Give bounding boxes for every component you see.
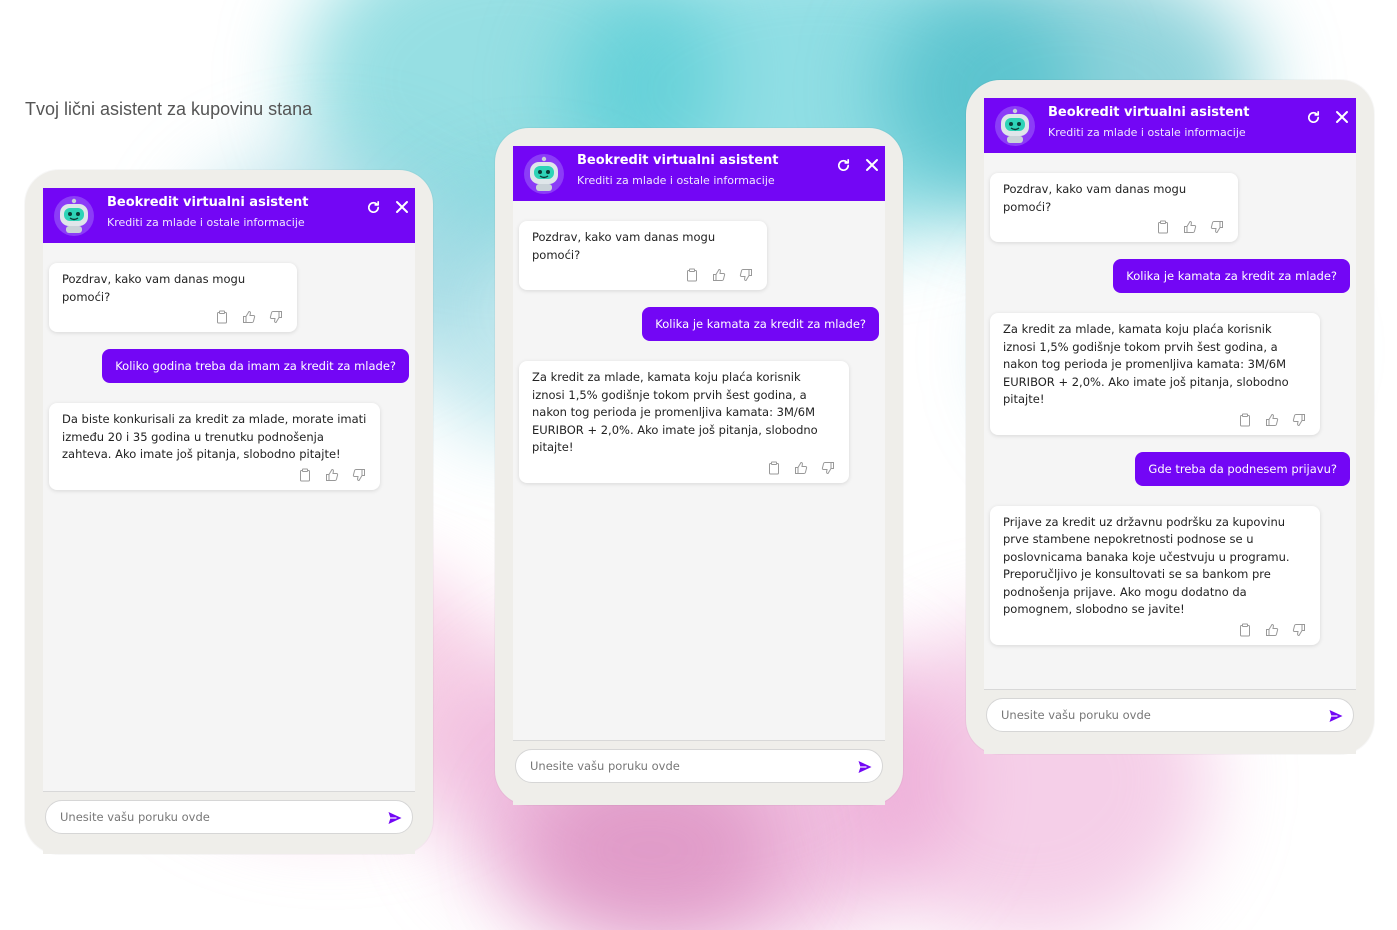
message-input[interactable] xyxy=(999,707,1296,723)
bot-message: Da biste konkurisali za kredit za mlade,… xyxy=(49,403,380,490)
user-message-row: Kolika je kamata za kredit za mlade? xyxy=(519,307,879,341)
thumbs-down-icon[interactable] xyxy=(1292,623,1307,638)
bot-message: Pozdrav, kako vam danas mogu pomoći? xyxy=(49,263,297,332)
close-button[interactable] xyxy=(393,198,411,216)
thumbs-up-icon[interactable] xyxy=(325,468,340,483)
close-icon xyxy=(866,159,878,171)
send-icon[interactable] xyxy=(857,759,873,775)
message-text: Pozdrav, kako vam danas mogu pomoći? xyxy=(532,230,716,262)
user-message-row: Koliko godina treba da imam za kredit za… xyxy=(49,349,409,383)
clipboard-icon[interactable] xyxy=(685,268,700,283)
close-button[interactable] xyxy=(1333,108,1351,126)
chat-header: Beokredit virtualni asistent Krediti za … xyxy=(513,146,885,201)
user-message: Kolika je kamata za kredit za mlade? xyxy=(1113,259,1350,293)
clipboard-icon[interactable] xyxy=(1238,623,1253,638)
user-message-row: Kolika je kamata za kredit za mlade? xyxy=(990,259,1350,293)
message-input-box[interactable] xyxy=(986,698,1354,732)
thumbs-down-icon[interactable] xyxy=(1210,220,1225,235)
message-input-box[interactable] xyxy=(45,800,413,834)
user-message: Koliko godina treba da imam za kredit za… xyxy=(102,349,409,383)
refresh-button[interactable] xyxy=(1304,108,1322,126)
message-text: Za kredit za mlade, kamata koju plaća ko… xyxy=(532,370,818,454)
bot-message: Pozdrav, kako vam danas mogu pomoći? xyxy=(990,173,1238,242)
message-text: Pozdrav, kako vam danas mogu pomoći? xyxy=(62,272,246,304)
message-actions xyxy=(532,268,754,284)
close-icon xyxy=(396,201,408,213)
message-input[interactable] xyxy=(528,758,825,774)
user-message-row: Gde treba da podnesem prijavu? xyxy=(990,451,1350,486)
thumbs-up-icon[interactable] xyxy=(1183,220,1198,235)
message-actions xyxy=(1003,623,1307,639)
close-button[interactable] xyxy=(863,156,881,174)
refresh-icon xyxy=(367,200,379,213)
thumbs-down-icon[interactable] xyxy=(352,468,367,483)
thumbs-up-icon[interactable] xyxy=(1265,413,1280,428)
refresh-button[interactable] xyxy=(364,198,382,216)
thumbs-down-icon[interactable] xyxy=(269,310,284,325)
user-message: Gde treba da podnesem prijavu? xyxy=(1135,451,1350,486)
message-actions xyxy=(1003,220,1225,236)
clipboard-icon[interactable] xyxy=(215,310,230,325)
message-actions xyxy=(1003,413,1307,429)
thumbs-up-icon[interactable] xyxy=(712,268,727,283)
chat-title: Beokredit virtualni asistent xyxy=(577,153,779,168)
message-list: Pozdrav, kako vam danas mogu pomoći? Kol… xyxy=(513,201,885,740)
chat-header: Beokredit virtualni asistent Krediti za … xyxy=(43,188,415,243)
bot-message: Prijave za kredit uz državnu podršku za … xyxy=(990,505,1320,645)
message-list: Pozdrav, kako vam danas mogu pomoći? Kol… xyxy=(43,243,415,791)
input-area xyxy=(513,740,885,805)
message-text: Prijave za kredit uz državnu podršku za … xyxy=(1003,514,1290,617)
chat-header: Beokredit virtualni asistent Krediti za … xyxy=(984,98,1356,153)
message-text: Za kredit za mlade, kamata koju plaća ko… xyxy=(1003,322,1289,406)
chat-widget-1: Beokredit virtualni asistent Krediti za … xyxy=(25,170,433,854)
robot-avatar-icon xyxy=(54,196,94,236)
thumbs-down-icon[interactable] xyxy=(821,461,836,476)
clipboard-icon[interactable] xyxy=(298,468,313,483)
message-actions xyxy=(62,468,367,484)
input-area xyxy=(43,791,415,854)
robot-avatar-icon xyxy=(524,154,564,194)
refresh-button[interactable] xyxy=(834,156,852,174)
thumbs-down-icon[interactable] xyxy=(1292,413,1307,428)
send-icon[interactable] xyxy=(387,810,403,826)
chat-widget-2: Beokredit virtualni asistent Krediti za … xyxy=(495,128,903,805)
user-message: Kolika je kamata za kredit za mlade? xyxy=(642,307,879,341)
bot-message: Za kredit za mlade, kamata koju plaća ko… xyxy=(990,313,1320,435)
message-text: Da biste konkurisali za kredit za mlade,… xyxy=(62,412,367,461)
thumbs-up-icon[interactable] xyxy=(794,461,809,476)
chat-title: Beokredit virtualni asistent xyxy=(107,195,309,210)
bot-message: Pozdrav, kako vam danas mogu pomoći? xyxy=(519,221,767,290)
chat-subtitle: Krediti za mlade i ostale informacije xyxy=(577,174,775,187)
refresh-icon xyxy=(1307,110,1319,123)
send-icon[interactable] xyxy=(1328,708,1344,724)
bot-message: Za kredit za mlade, kamata koju plaća ko… xyxy=(519,361,849,483)
message-actions xyxy=(532,461,836,477)
message-actions xyxy=(62,310,284,326)
thumbs-up-icon[interactable] xyxy=(1265,623,1280,638)
message-input[interactable] xyxy=(58,809,355,825)
chat-widget-3: Beokredit virtualni asistent Krediti za … xyxy=(966,80,1374,754)
page-tagline: Tvoj lični asistent za kupovinu stana xyxy=(25,99,313,119)
thumbs-up-icon[interactable] xyxy=(242,310,257,325)
clipboard-icon[interactable] xyxy=(767,461,782,476)
thumbs-down-icon[interactable] xyxy=(739,268,754,283)
close-icon xyxy=(1336,111,1348,123)
chat-subtitle: Krediti za mlade i ostale informacije xyxy=(107,216,305,229)
message-text: Pozdrav, kako vam danas mogu pomoći? xyxy=(1003,182,1187,214)
chat-title: Beokredit virtualni asistent xyxy=(1048,105,1250,120)
message-list: Pozdrav, kako vam danas mogu pomoći? Kol… xyxy=(984,153,1356,689)
refresh-icon xyxy=(837,158,849,171)
input-area xyxy=(984,689,1356,754)
clipboard-icon[interactable] xyxy=(1156,220,1171,235)
chat-subtitle: Krediti za mlade i ostale informacije xyxy=(1048,126,1246,139)
message-input-box[interactable] xyxy=(515,749,883,783)
robot-avatar-icon xyxy=(995,106,1035,146)
clipboard-icon[interactable] xyxy=(1238,413,1253,428)
